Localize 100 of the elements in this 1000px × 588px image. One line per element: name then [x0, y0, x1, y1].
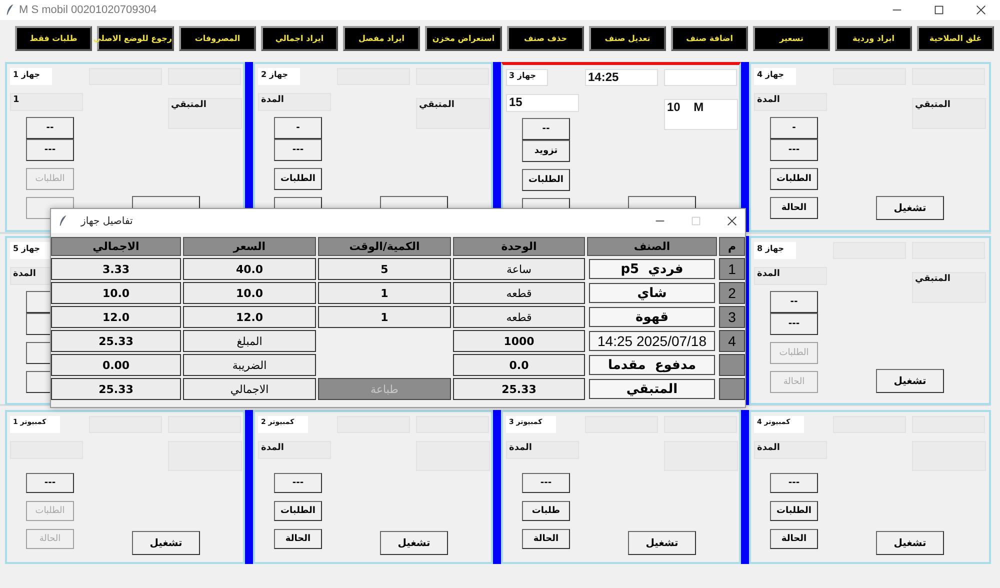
row-number: 2	[719, 282, 745, 304]
start-button[interactable]: تشغيل	[876, 369, 944, 393]
duration-field: المدة	[754, 267, 827, 285]
toolbar-button[interactable]: غلق الصلاحية	[917, 26, 994, 51]
panel-button[interactable]: ---	[274, 473, 322, 493]
name-field: جهاز 1	[10, 68, 52, 85]
column-header: الاجمالي	[51, 237, 181, 256]
start-button[interactable]: تشغيل	[132, 531, 200, 555]
panel-button[interactable]: الطلبات	[770, 168, 818, 190]
table-cell: 1	[318, 282, 451, 304]
table-cell: 10.0	[183, 282, 316, 304]
panel-button[interactable]: ---	[274, 139, 322, 161]
name-field: جهاز 5	[10, 242, 52, 259]
toolbar-button[interactable]: حذف صنف	[507, 26, 584, 51]
remaining-field: المتبقي	[168, 98, 242, 129]
table-cell: 25.33	[51, 330, 181, 352]
duration-field: المدة	[258, 441, 331, 459]
table-cell: 3.33	[51, 258, 181, 280]
name-field: جهاز 4	[754, 68, 796, 85]
panel-button[interactable]: الطلبات	[274, 168, 322, 190]
window-title: M S mobil 00201020709304	[19, 4, 157, 16]
table-cell: 12.0	[51, 306, 181, 328]
row-number: 3	[719, 306, 745, 328]
table-cell: 5	[318, 258, 451, 280]
duration-field: 1	[10, 93, 83, 111]
toolbar-button[interactable]: المصروفات	[179, 26, 256, 51]
table-cell: 1	[318, 306, 451, 328]
panel-button[interactable]: الحالة	[274, 529, 322, 549]
panel-button[interactable]: تزويد	[522, 140, 570, 162]
table-cell: ساعة	[453, 258, 585, 280]
column-header: م	[719, 237, 745, 256]
table-cell: قطعه	[453, 306, 585, 328]
panel-button[interactable]: الطلبات	[770, 501, 818, 521]
item-field: المتبقي	[589, 379, 715, 399]
toolbar-button[interactable]: ايراد مفصل	[343, 26, 420, 51]
toolbar-button[interactable]: طلبات فقط	[15, 26, 92, 51]
start-button[interactable]: تشغيل	[876, 531, 944, 555]
column-header: الوحدة	[453, 237, 585, 256]
item-field: شاي	[589, 283, 715, 303]
panel-button[interactable]: الحالة	[770, 197, 818, 219]
name-field: جهاز 8	[754, 242, 796, 259]
duration-field: المدة	[506, 441, 579, 459]
toolbar-button[interactable]: اضافة صنف	[671, 26, 748, 51]
table-cell: 1000	[453, 330, 585, 352]
item-field: مدفوع مقدما	[589, 355, 715, 375]
duration-field: المدة	[258, 93, 331, 111]
remaining-field: المتبقي	[912, 272, 986, 303]
row-number: 1	[719, 258, 745, 280]
panel-button[interactable]: ---	[26, 139, 74, 161]
toolbar-button[interactable]: ايراد اجمالي	[261, 26, 338, 51]
panel-button[interactable]: ---	[770, 313, 818, 335]
name-field: جهاز 2	[258, 68, 300, 85]
panel-button[interactable]: ---	[770, 473, 818, 493]
toolbar-button[interactable]: استعراض مخزن	[425, 26, 502, 51]
panel-button[interactable]: ---	[26, 473, 74, 493]
duration-field: المدة	[754, 93, 827, 111]
panel-button[interactable]: --	[770, 291, 818, 313]
table-cell: 25.33	[51, 378, 181, 400]
name-field: جهاز 3	[506, 69, 548, 86]
table-cell: 10.0	[51, 282, 181, 304]
table-cell: الضريبة	[183, 354, 316, 376]
item-field: 2025/07/18 14:25	[589, 331, 715, 351]
panel-button[interactable]: --	[522, 118, 570, 140]
table-cell: قطعه	[453, 282, 585, 304]
table-cell: 12.0	[183, 306, 316, 328]
table-cell: الاجمالي	[183, 378, 316, 400]
duration-field: 15	[506, 94, 579, 112]
row-number: 4	[719, 330, 745, 352]
item-field: فردي p5	[589, 259, 715, 279]
time-field: 14:25	[585, 69, 658, 86]
item-field: قهوة	[589, 307, 715, 327]
column-header: الصنف	[587, 237, 717, 256]
table-cell: المبلغ	[183, 330, 316, 352]
column-header: الكمية/الوقت	[318, 237, 451, 256]
table-cell: 40.0	[183, 258, 316, 280]
table-cell: 25.33	[453, 378, 585, 400]
dialog-title: تفاصيل جهاز	[81, 216, 133, 226]
toolbar-button[interactable]: تعديل صنف	[589, 26, 666, 51]
panel-button[interactable]: -	[274, 117, 322, 139]
remaining-field: 10 M	[664, 99, 738, 130]
table-cell: 0.00	[51, 354, 181, 376]
panel-button[interactable]: --	[26, 117, 74, 139]
toolbar-button[interactable]: تسعير	[753, 26, 830, 51]
start-button[interactable]: تشغيل	[876, 196, 944, 220]
panel-button[interactable]: الطلبات	[522, 169, 570, 191]
panel-button[interactable]: طلبات	[522, 501, 570, 521]
column-header: السعر	[183, 237, 316, 256]
duration-field: المدة	[754, 441, 827, 459]
panel-button[interactable]: الحالة	[770, 529, 818, 549]
panel-button[interactable]: الحالة	[522, 529, 570, 549]
start-button[interactable]: تشغيل	[628, 531, 696, 555]
panel-button[interactable]: ---	[770, 139, 818, 161]
panel-button[interactable]: الطلبات	[274, 501, 322, 521]
remaining-field: المتبقي	[416, 98, 490, 129]
remaining-field: المتبقي	[912, 98, 986, 129]
start-button[interactable]: تشغيل	[380, 531, 448, 555]
toolbar-button[interactable]: ابراد وردية	[835, 26, 912, 51]
panel-button[interactable]: -	[770, 117, 818, 139]
panel-button[interactable]: ---	[522, 473, 570, 493]
table-cell: 0.0	[453, 354, 585, 376]
